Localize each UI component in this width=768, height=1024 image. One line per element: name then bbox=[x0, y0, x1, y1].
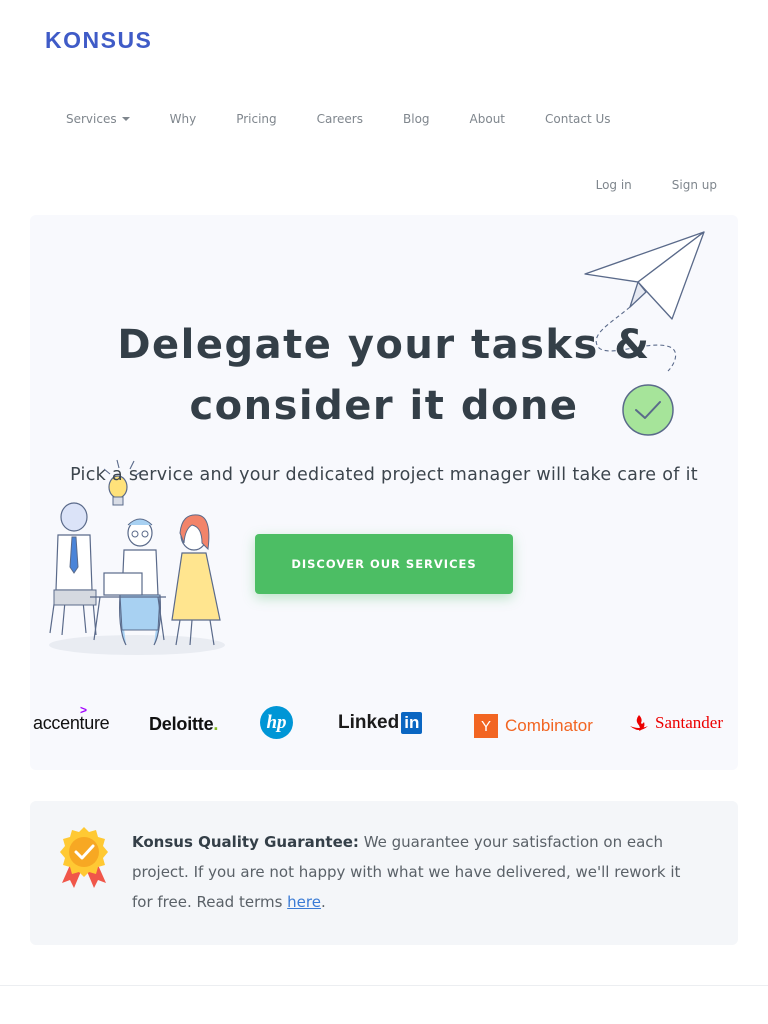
hero-title-line-2: consider it done bbox=[189, 383, 579, 429]
nav-item-careers[interactable]: Careers bbox=[317, 112, 363, 126]
linkedin-in-badge: in bbox=[401, 712, 423, 734]
login-link[interactable]: Log in bbox=[596, 178, 632, 192]
guarantee-text: Konsus Quality Guarantee: We guarantee y… bbox=[132, 827, 702, 917]
auth-links: Log in Sign up bbox=[596, 178, 717, 192]
nav-item-about[interactable]: About bbox=[470, 112, 505, 126]
ycombinator-y-badge: Y bbox=[474, 714, 498, 738]
hero-section: Delegate your tasks & consider it done P… bbox=[30, 215, 738, 770]
konsus-logo[interactable]: KONSUS bbox=[45, 27, 152, 54]
linkedin-logo: Linked in bbox=[338, 712, 423, 734]
nav-item-services[interactable]: Services bbox=[66, 112, 130, 126]
hero-title-line-1: Delegate your tasks & bbox=[117, 322, 651, 368]
terms-link[interactable]: here bbox=[287, 893, 321, 911]
nav-item-contact-us[interactable]: Contact Us bbox=[545, 112, 611, 126]
accenture-chevron-icon: > bbox=[80, 703, 87, 717]
hp-wordmark: hp bbox=[266, 711, 287, 733]
santander-flame-icon bbox=[630, 715, 648, 731]
deloitte-wordmark: Deloitte bbox=[149, 714, 214, 734]
signup-link[interactable]: Sign up bbox=[672, 178, 717, 192]
team-illustration bbox=[49, 459, 225, 655]
ycombinator-wordmark: Combinator bbox=[505, 716, 593, 735]
caret-down-icon bbox=[121, 117, 130, 121]
guarantee-end: . bbox=[320, 893, 326, 911]
deloitte-dot: . bbox=[213, 714, 219, 734]
main-nav: Services Why Pricing Careers Blog About … bbox=[66, 112, 651, 126]
ycombinator-logo: Y Combinator bbox=[474, 714, 593, 738]
footer-divider bbox=[0, 985, 768, 986]
santander-wordmark: Santander bbox=[655, 713, 723, 732]
santander-logo: Santander bbox=[628, 713, 723, 733]
hero-title: Delegate your tasks & consider it done bbox=[30, 315, 738, 437]
hp-logo: hp bbox=[260, 706, 293, 739]
accenture-wordmark: accenture bbox=[33, 713, 110, 733]
quality-badge-icon bbox=[60, 827, 108, 888]
nav-item-blog[interactable]: Blog bbox=[403, 112, 430, 126]
nav-item-why[interactable]: Why bbox=[170, 112, 197, 126]
hero-subtitle: Pick a service and your dedicated projec… bbox=[70, 465, 698, 485]
client-logos: > accenture Deloitte. hp Linked in Y Combi… bbox=[30, 703, 738, 747]
accenture-logo: > accenture bbox=[33, 703, 110, 734]
linkedin-wordmark: Linked bbox=[338, 712, 400, 733]
guarantee-title: Konsus Quality Guarantee: bbox=[132, 833, 359, 851]
quality-guarantee-panel: Konsus Quality Guarantee: We guarantee y… bbox=[30, 801, 738, 945]
nav-item-pricing[interactable]: Pricing bbox=[236, 112, 276, 126]
deloitte-logo: Deloitte. bbox=[149, 714, 218, 735]
discover-services-button[interactable]: DISCOVER OUR SERVICES bbox=[255, 534, 513, 594]
nav-item-label: Services bbox=[66, 112, 117, 126]
